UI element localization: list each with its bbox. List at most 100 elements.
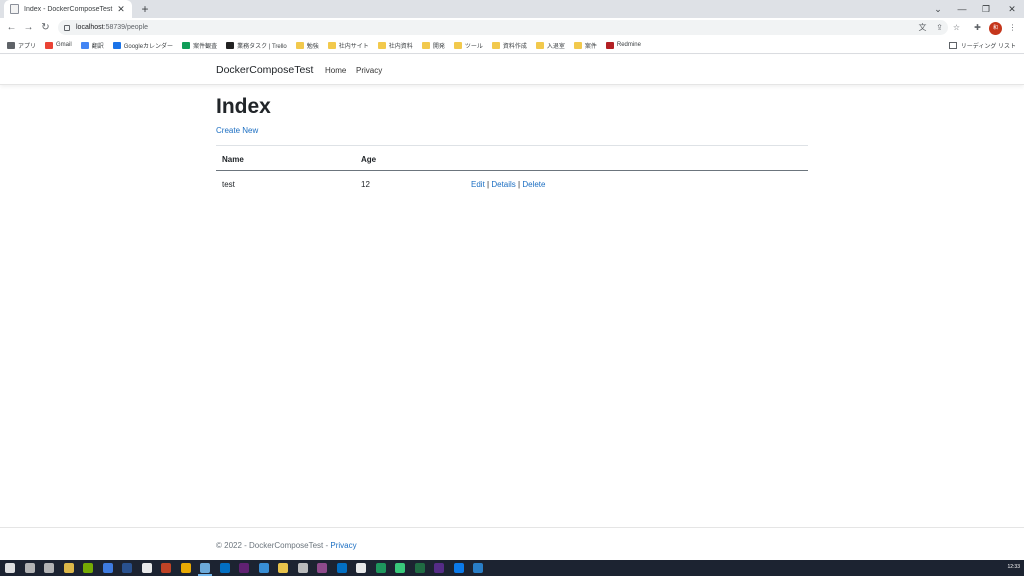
footer-copyright: © 2022 - DockerComposeTest -	[216, 541, 331, 550]
browser-toolbar: ← → ↻ localhost:58739/people 文 ⇪ ☆ ✚ ⋮	[0, 18, 1024, 37]
delete-link[interactable]: Delete	[522, 180, 545, 189]
bookmark-item[interactable]: アプリ	[7, 41, 36, 50]
bookmark-item[interactable]: ツール	[453, 41, 483, 50]
app-icon[interactable]	[434, 563, 444, 573]
app-icon[interactable]	[356, 563, 366, 573]
bookmark-label: 社内資料	[388, 43, 413, 50]
bookmark-item[interactable]: 開発	[421, 41, 445, 50]
reading-list-label: リーディング リスト	[960, 44, 1016, 50]
bookmark-label: 翻訳	[91, 43, 104, 50]
forward-button[interactable]: →	[21, 20, 36, 35]
bookmark-item[interactable]: Redmine	[605, 41, 641, 49]
app-icon[interactable]	[473, 563, 483, 573]
folder-icon	[421, 41, 430, 49]
restore-button[interactable]: ❐	[974, 0, 998, 18]
extensions-icon[interactable]: ✚	[971, 21, 984, 34]
folder-icon	[377, 41, 386, 49]
address-bar[interactable]: localhost:58739/people	[58, 20, 948, 35]
footer-privacy-link[interactable]: Privacy	[330, 541, 356, 550]
app-icon[interactable]	[453, 563, 464, 573]
bookmark-item[interactable]: 入退室	[535, 41, 565, 50]
bookmark-label: 案件	[584, 43, 597, 50]
app-icon[interactable]	[414, 563, 425, 573]
app-icon[interactable]	[219, 563, 230, 573]
app-icon[interactable]	[317, 563, 327, 573]
bookmark-item[interactable]: 資料作成	[491, 41, 527, 50]
profile-avatar[interactable]: 和	[989, 22, 1002, 35]
menu-kebab-icon[interactable]: ⋮	[1006, 21, 1019, 34]
bookmark-item[interactable]: 業務タスク | Trello	[226, 41, 287, 50]
bookmark-item[interactable]: 社内資料	[377, 41, 413, 50]
app-icon[interactable]	[141, 563, 152, 573]
bookmark-star-icon[interactable]: ☆	[950, 21, 963, 34]
folder-icon	[535, 41, 544, 49]
navbar-brand[interactable]: DockerComposeTest	[216, 64, 313, 76]
folder-icon	[327, 41, 336, 49]
tab-search-icon[interactable]: ⌄	[926, 0, 950, 18]
bookmark-icon	[182, 41, 191, 49]
app-icon[interactable]	[63, 563, 74, 573]
nav-home-link[interactable]: Home	[325, 66, 346, 75]
start-icon[interactable]	[5, 563, 15, 573]
table-row: test 12 Edit | Details | Delete	[216, 171, 808, 197]
bookmark-item[interactable]: 勉強	[295, 41, 319, 50]
app-icon[interactable]	[122, 563, 132, 573]
create-new-link[interactable]: Create New	[216, 126, 258, 135]
windows-taskbar: 12:33	[0, 560, 1024, 576]
bookmark-label: Redmine	[616, 42, 641, 48]
reading-list-button[interactable]: リーディング リスト	[948, 37, 1016, 54]
bookmark-icon	[45, 41, 54, 49]
app-icon[interactable]	[395, 563, 405, 573]
search-icon[interactable]	[24, 563, 35, 573]
translate-icon[interactable]: 文	[916, 21, 929, 34]
bookmark-item[interactable]: Gmail	[45, 41, 72, 49]
bookmark-label: ツール	[464, 43, 483, 50]
lock-icon	[64, 24, 70, 31]
bookmark-item[interactable]: 案件観査	[182, 41, 217, 50]
bookmark-item[interactable]: 翻訳	[80, 41, 104, 50]
bookmark-item[interactable]: 社内サイト	[327, 41, 369, 50]
bookmark-label: Googleカレンダー	[123, 43, 174, 50]
cell-age: 12	[361, 180, 370, 189]
bookmark-item[interactable]: 案件	[573, 41, 597, 50]
minimize-button[interactable]: —	[950, 0, 974, 18]
nav-privacy-link[interactable]: Privacy	[356, 66, 382, 75]
bookmark-label: 社内サイト	[338, 43, 369, 50]
bookmark-item[interactable]: Googleカレンダー	[112, 41, 174, 50]
folder-icon	[491, 41, 500, 49]
bookmark-label: 開発	[432, 43, 445, 50]
app-icon[interactable]	[180, 563, 191, 573]
browser-tab[interactable]: Index - DockerComposeTest ✕	[4, 0, 132, 18]
edit-link[interactable]: Edit	[471, 180, 485, 189]
app-icon[interactable]	[375, 563, 386, 573]
app-icon[interactable]	[258, 563, 269, 573]
app-icon[interactable]	[239, 563, 249, 573]
bookmark-label: アプリ	[18, 43, 37, 50]
bookmark-icon	[80, 41, 89, 49]
share-icon[interactable]: ⇪	[933, 21, 946, 34]
bookmark-label: 業務タスク | Trello	[237, 43, 287, 50]
task-view-icon[interactable]	[44, 563, 54, 573]
reload-button[interactable]: ↻	[38, 20, 53, 35]
app-icon[interactable]	[336, 563, 347, 573]
row-actions: Edit | Details | Delete	[471, 180, 545, 189]
app-icon[interactable]	[102, 563, 113, 573]
bookmark-icon	[7, 41, 15, 49]
app-icon[interactable]	[83, 563, 93, 573]
back-button[interactable]: ←	[4, 20, 19, 35]
app-icon[interactable]	[297, 563, 308, 573]
app-icon[interactable]	[200, 563, 210, 573]
separator: |	[518, 180, 521, 189]
close-window-button[interactable]: ✕	[1000, 0, 1024, 18]
page-icon	[10, 4, 19, 14]
folder-icon	[453, 41, 462, 49]
cell-name: test	[222, 180, 235, 189]
app-icon[interactable]	[278, 563, 288, 573]
app-icon[interactable]	[161, 563, 171, 573]
reading-list-icon	[948, 42, 957, 49]
taskbar-clock: 12:33	[1007, 564, 1020, 570]
details-link[interactable]: Details	[491, 180, 515, 189]
close-tab-icon[interactable]: ✕	[116, 4, 126, 15]
new-tab-button[interactable]: +	[138, 2, 152, 16]
bookmark-label: 入退室	[546, 43, 565, 50]
